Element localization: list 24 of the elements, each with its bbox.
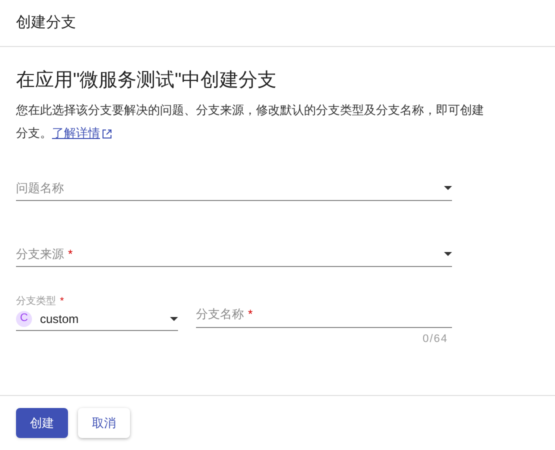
learn-more-link[interactable]: 了解详情: [52, 122, 112, 145]
caret-icon: [444, 186, 452, 190]
caret-icon: [170, 316, 178, 320]
description: 您在此选择该分支要解决的问题、分支来源，修改默认的分支类型及分支名称，即可创建分支。了解详情: [16, 99, 491, 145]
external-link-icon: [102, 128, 112, 138]
field-placeholder: 分支名称: [196, 306, 244, 323]
required-mark: *: [60, 294, 64, 308]
field-placeholder: 问题名称: [16, 180, 64, 196]
select-field[interactable]: 分支来源 *: [16, 241, 452, 267]
branch-name-field[interactable]: 分支名称 *: [196, 301, 452, 328]
field-label: 分支类型: [16, 294, 56, 308]
dialog-title: 创建分支: [16, 12, 76, 33]
field-placeholder: 分支来源: [16, 246, 64, 262]
cancel-button[interactable]: 取消: [78, 408, 130, 438]
type-badge: C: [16, 310, 32, 326]
required-mark: *: [68, 246, 73, 262]
character-counter: 0/64: [422, 332, 448, 347]
select-field[interactable]: 问题名称: [16, 175, 452, 201]
caret-icon: [444, 252, 452, 256]
branch-type-select[interactable]: C custom: [16, 307, 178, 331]
create-button[interactable]: 创建: [16, 408, 68, 438]
required-mark: *: [248, 306, 253, 323]
page-heading: 在应用"微服务测试"中创建分支: [16, 69, 278, 93]
select-value: custom: [40, 310, 79, 328]
